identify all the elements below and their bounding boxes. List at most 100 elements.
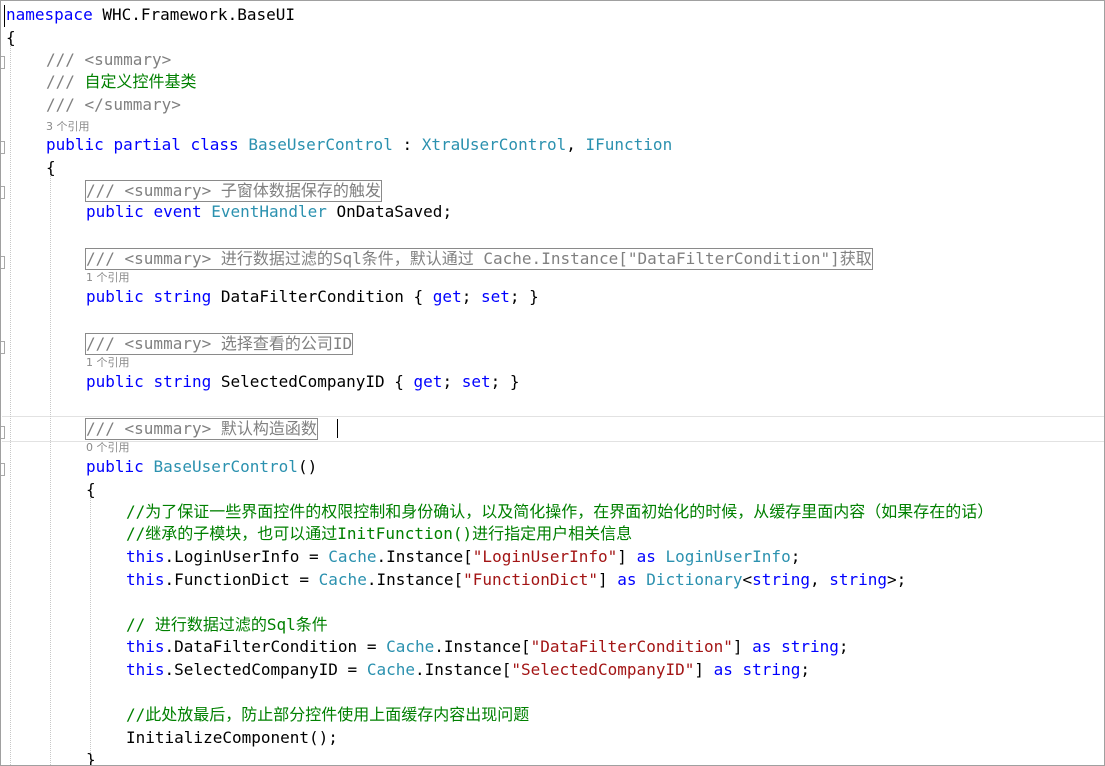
company-property-line[interactable]: public string SelectedCompanyID { get; s… — [86, 372, 520, 392]
code-token: "SelectedCompanyID" — [511, 660, 695, 679]
code-token: ] — [598, 570, 618, 589]
comment-line-1[interactable]: //为了保证一些界面控件的权限控制和身份确认，以及简化操作，在界面初始化的时候，… — [126, 502, 993, 522]
collapsed-summary-datafilter[interactable]: /// <summary> 进行数据过滤的Sql条件，默认通过 Cache.In… — [85, 248, 873, 270]
codelens-company[interactable]: 1 个引用 — [86, 357, 130, 369]
code-token: .Instance[ — [415, 660, 512, 679]
indent-guide — [90, 495, 91, 765]
code-token: Cache — [386, 637, 435, 656]
code-token: } — [86, 750, 96, 766]
comment-line-4[interactable]: //此处放最后，防止部分控件使用上面缓存内容出现问题 — [126, 705, 529, 725]
fold-toggle-icon[interactable] — [1, 463, 5, 476]
fold-toggle-icon[interactable] — [1, 426, 5, 439]
code-token: string — [153, 287, 212, 306]
code-token: , — [809, 570, 830, 589]
code-token: set — [480, 287, 510, 306]
code-token: // 进行数据过滤的Sql条件 — [126, 615, 328, 634]
namespace-line[interactable]: namespace WHC.Framework.BaseUI — [6, 5, 295, 25]
code-token: .DataFilterCondition = — [164, 637, 387, 656]
code-token: class — [190, 135, 239, 154]
code-token: //为了保证一些界面控件的权限控制和身份确认，以及简化操作，在界面初始化的时候，… — [126, 502, 994, 521]
fold-toggle-icon[interactable] — [1, 141, 5, 154]
text-caret — [337, 419, 338, 438]
code-token: partial — [113, 135, 181, 154]
code-token: get — [413, 372, 443, 391]
company-assign-line[interactable]: this.SelectedCompanyID = Cache.Instance[… — [126, 660, 810, 680]
code-token: ; } — [509, 287, 539, 306]
codelens-ctor[interactable]: 0 个引用 — [86, 442, 130, 454]
indent-guide — [50, 171, 51, 765]
code-token: Dictionary — [646, 570, 743, 589]
code-token: IFunction — [585, 135, 673, 154]
code-token: 1 个引用 — [86, 356, 130, 369]
code-token: /// <summary> 默认构造函数 — [86, 419, 317, 438]
fold-toggle-icon[interactable] — [1, 256, 5, 269]
summary-text-line[interactable]: /// 自定义控件基类 — [46, 72, 197, 92]
code-token: this — [126, 660, 165, 679]
code-token: /// <summary> 选择查看的公司ID — [86, 334, 353, 353]
code-token: 0 个引用 — [86, 441, 130, 454]
code-token: ; } — [490, 372, 520, 391]
code-token: ] — [617, 547, 637, 566]
class-declaration-line[interactable]: public partial class BaseUserControl : X… — [46, 135, 672, 155]
loginuserinfo-line[interactable]: this.LoginUserInfo = Cache.Instance["Log… — [126, 547, 800, 567]
datafilter-assign-line[interactable]: this.DataFilterCondition = Cache.Instanc… — [126, 637, 849, 657]
class-open-brace[interactable]: { — [46, 158, 56, 178]
summary-close-line[interactable]: /// </summary> — [46, 95, 181, 115]
initialize-component-line[interactable]: InitializeComponent(); — [126, 728, 338, 748]
code-token: BaseUserControl — [153, 457, 298, 476]
code-token: public — [86, 287, 144, 306]
datafilter-property-line[interactable]: public string DataFilterCondition { get;… — [86, 287, 539, 307]
namespace-open-brace[interactable]: { — [6, 28, 16, 48]
code-token: string — [153, 372, 212, 391]
codelens-class[interactable]: 3 个引用 — [46, 121, 90, 133]
code-editor[interactable]: namespace WHC.Framework.BaseUI { /// <summ… — [0, 0, 1105, 766]
ctor-open-brace[interactable]: { — [86, 480, 96, 500]
fold-toggle-icon[interactable] — [1, 56, 5, 69]
code-token: get — [432, 287, 462, 306]
summary-open-line[interactable]: /// <summary> — [46, 50, 171, 70]
event-declaration-line[interactable]: public event EventHandler OnDataSaved; — [86, 202, 452, 222]
code-token: string — [752, 570, 810, 589]
functiondict-line[interactable]: this.FunctionDict = Cache.Instance["Func… — [126, 570, 906, 590]
comment-line-2[interactable]: //继承的子模块，也可以通过InitFunction()进行指定用户相关信息 — [126, 524, 632, 544]
code-token: string — [829, 570, 888, 589]
code-token: as — [752, 637, 772, 656]
collapsed-summary-company[interactable]: /// <summary> 选择查看的公司ID — [84, 333, 354, 355]
code-token: .SelectedCompanyID = — [164, 660, 367, 679]
fold-toggle-icon[interactable] — [1, 186, 5, 199]
code-token: EventHandler — [211, 202, 327, 221]
code-token: /// </summary> — [46, 95, 181, 114]
code-token: SelectedCompanyID { — [211, 372, 414, 391]
code-token: set — [461, 372, 491, 391]
code-token: as — [713, 660, 733, 679]
collapsed-summary-ondatasaved[interactable]: /// <summary> 子窗体数据保存的触发 — [85, 180, 382, 202]
code-token: { — [86, 480, 96, 499]
code-token: public — [86, 457, 144, 476]
code-token: this — [126, 637, 165, 656]
left-caret-edge — [4, 5, 5, 27]
code-token: () — [297, 457, 318, 476]
code-token: DataFilterCondition { — [211, 287, 433, 306]
code-token: //此处放最后，防止部分控件使用上面缓存内容出现问题 — [126, 705, 530, 724]
code-token: .Instance[ — [376, 547, 473, 566]
code-token: 1 个引用 — [86, 271, 130, 284]
code-token: XtraUserControl — [421, 135, 567, 154]
code-token: : — [392, 135, 422, 154]
code-token: Cache — [318, 570, 367, 589]
comment-line-3[interactable]: // 进行数据过滤的Sql条件 — [126, 615, 328, 635]
code-token: event — [153, 202, 202, 221]
collapsed-summary-ctor[interactable]: /// <summary> 默认构造函数 — [85, 418, 318, 440]
codelens-datafilter[interactable]: 1 个引用 — [86, 272, 130, 284]
code-token: < — [742, 570, 753, 589]
fold-toggle-icon[interactable] — [1, 341, 5, 354]
code-token: /// <summary> 进行数据过滤的Sql条件，默认通过 Cache.In… — [86, 249, 872, 268]
code-token: .FunctionDict = — [164, 570, 319, 589]
code-token: /// <summary> — [46, 50, 172, 69]
constructor-line[interactable]: public BaseUserControl() — [86, 457, 317, 477]
ctor-close-brace[interactable]: } — [86, 750, 96, 766]
